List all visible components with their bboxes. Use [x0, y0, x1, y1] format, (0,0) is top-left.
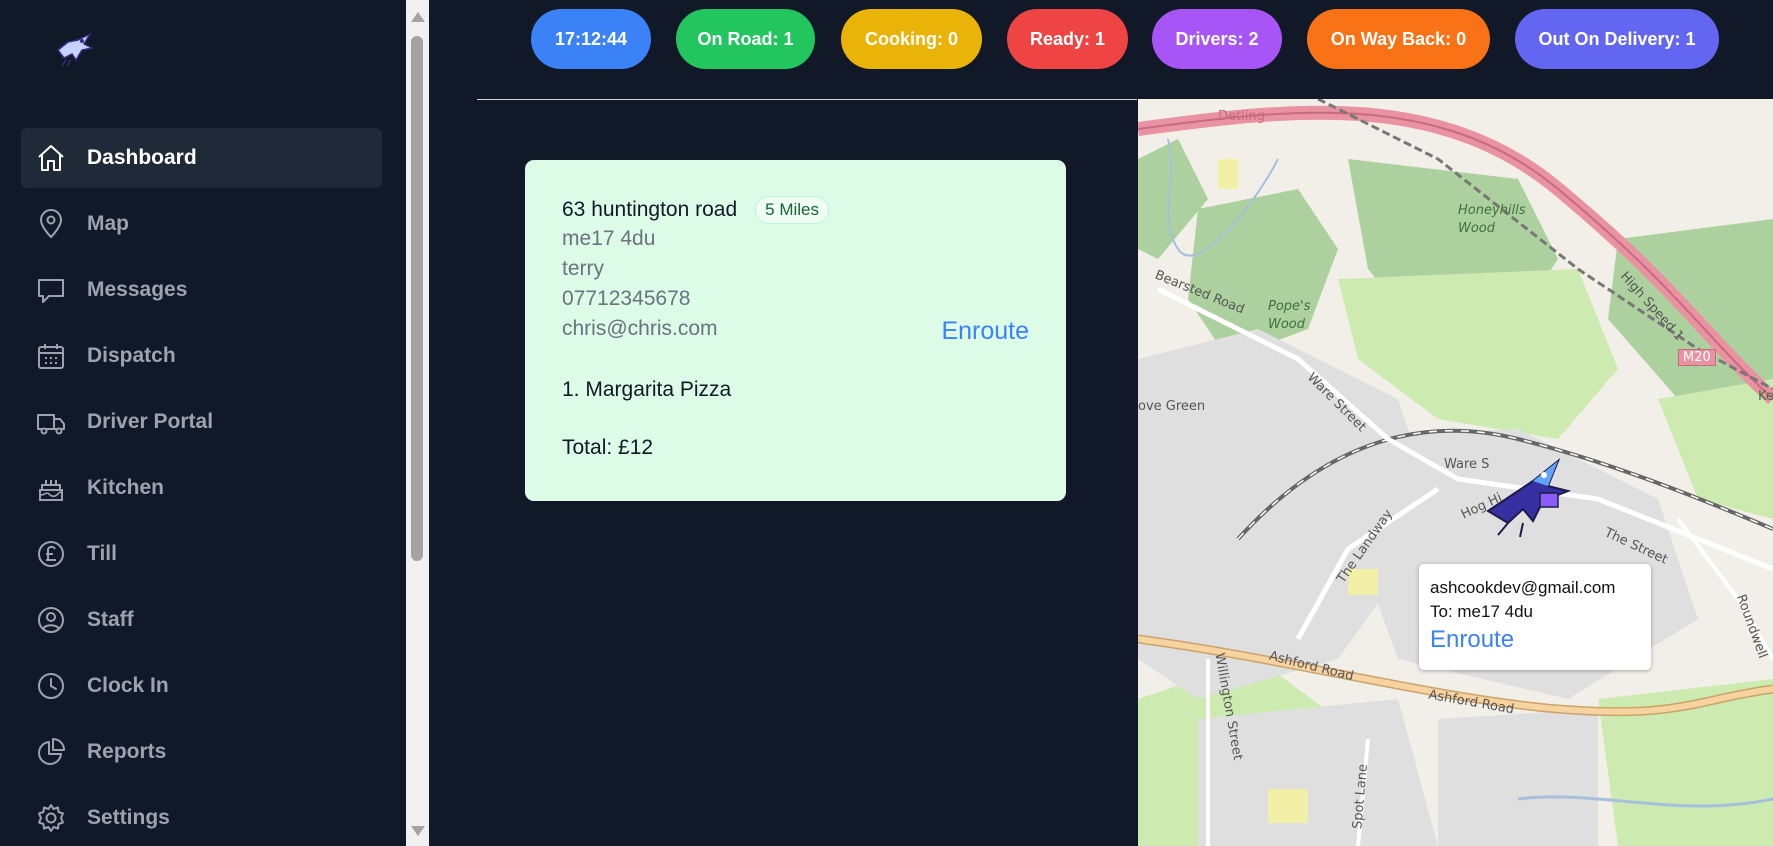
sidebar-item-settings[interactable]: Settings [21, 788, 382, 846]
chat-bubble-icon [35, 274, 67, 306]
on-road-pill[interactable]: On Road: 1 [676, 9, 815, 69]
user-circle-icon [35, 604, 67, 636]
order-address: 63 huntington road [562, 198, 738, 221]
sidebar-item-label: Kitchen [87, 476, 165, 499]
address-line: 63 huntington road 5 Miles [562, 196, 1029, 224]
sidebar-item-staff[interactable]: Staff [21, 590, 382, 650]
driver-marker-icon[interactable] [1478, 451, 1578, 539]
distance-badge: 5 Miles [755, 196, 830, 224]
sidebar-item-clock-in[interactable]: Clock In [21, 656, 382, 716]
sidebar-nav: Dashboard Map Messages Dispatch Driver Porta… [21, 128, 382, 846]
sidebar-item-label: Dispatch [87, 344, 176, 367]
sidebar-item-label: Staff [87, 608, 134, 631]
driver-popup: ashcookdev@gmail.com To: me17 4du Enrout… [1419, 564, 1651, 670]
sidebar-item-label: Settings [87, 806, 170, 829]
map-label: Ke [1758, 389, 1773, 404]
customer-phone: 07712345678 [562, 287, 691, 310]
pie-chart-icon [35, 736, 67, 768]
sidebar-item-label: Clock In [87, 674, 169, 697]
order-item: 1. Margarita Pizza [562, 378, 732, 401]
popup-destination: To: me17 4du [1430, 602, 1534, 621]
sidebar-scrollbar[interactable] [406, 0, 429, 846]
map-label: Wood [1268, 317, 1306, 332]
map-label: Honeyhills [1458, 203, 1526, 218]
sidebar-item-label: Map [87, 212, 129, 235]
map-label: Wood [1458, 221, 1496, 236]
sidebar-item-reports[interactable]: Reports [21, 722, 382, 782]
delivery-map[interactable]: Detling Honeyhills Wood Bearsted Road Po… [1138, 99, 1773, 846]
scroll-thumb[interactable] [411, 36, 423, 561]
sidebar-item-kitchen[interactable]: Kitchen [21, 458, 382, 518]
popup-status-link[interactable]: Enroute [1430, 624, 1640, 656]
sidebar-item-label: Reports [87, 740, 167, 763]
sidebar-item-label: Messages [87, 278, 188, 301]
map-label: M20 [1678, 349, 1716, 366]
sidebar-item-label: Driver Portal [87, 410, 214, 433]
clock-pill: 17:12:44 [531, 9, 651, 69]
header-divider [477, 99, 1137, 100]
scroll-down-arrow-icon[interactable] [411, 826, 425, 836]
sidebar-item-label: Dashboard [87, 146, 197, 169]
drivers-pill[interactable]: Drivers: 2 [1152, 9, 1282, 69]
map-label: Pope's [1268, 299, 1311, 314]
cake-icon [35, 472, 67, 504]
sidebar-item-till[interactable]: Till [21, 524, 382, 584]
customer-name: terry [562, 257, 604, 280]
clock-icon [35, 670, 67, 702]
truck-icon [35, 406, 67, 438]
sidebar-item-dispatch[interactable]: Dispatch [21, 326, 382, 386]
sidebar: Dashboard Map Messages Dispatch Driver Porta… [0, 0, 406, 846]
order-postcode: me17 4du [562, 227, 656, 250]
popup-driver-email: ashcookdev@gmail.com [1430, 578, 1616, 597]
gear-icon [35, 802, 67, 834]
calendar-icon [35, 340, 67, 372]
sidebar-item-driver-portal[interactable]: Driver Portal [21, 392, 382, 452]
pound-icon [35, 538, 67, 570]
sidebar-item-messages[interactable]: Messages [21, 260, 382, 320]
order-total: Total: £12 [562, 436, 654, 459]
map-pin-icon [35, 208, 67, 240]
on-way-back-pill[interactable]: On Way Back: 0 [1307, 9, 1490, 69]
sidebar-item-dashboard[interactable]: Dashboard [21, 128, 382, 188]
out-on-delivery-pill[interactable]: Out On Delivery: 1 [1515, 9, 1719, 69]
order-status-link[interactable]: Enroute [941, 317, 1029, 346]
sidebar-item-map[interactable]: Map [21, 194, 382, 254]
order-card[interactable]: 63 huntington road 5 Miles me17 4du terr… [525, 160, 1066, 501]
status-bar: 17:12:44 On Road: 1 Cooking: 0 Ready: 1 … [0, 0, 1773, 70]
map-label: ove Green [1138, 399, 1206, 414]
ready-pill[interactable]: Ready: 1 [1007, 9, 1128, 69]
sidebar-item-label: Till [87, 542, 117, 565]
map-label: Detling [1218, 109, 1265, 124]
cooking-pill[interactable]: Cooking: 0 [841, 9, 982, 69]
home-icon [35, 142, 67, 174]
